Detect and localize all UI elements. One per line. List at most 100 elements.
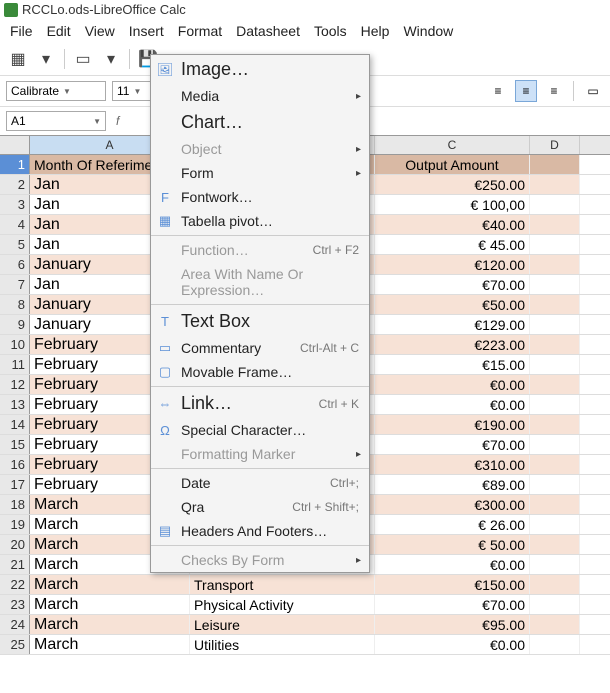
row-number[interactable]: 8 <box>0 295 30 314</box>
menu-item-movable-frame[interactable]: ▢Movable Frame… <box>151 360 369 384</box>
merge-button[interactable]: ▭ <box>582 80 604 102</box>
menu-insert[interactable]: Insert <box>123 21 170 41</box>
cell[interactable] <box>530 455 580 474</box>
menu-datasheet[interactable]: Datasheet <box>230 21 306 41</box>
menu-item-formatting-marker[interactable]: Formatting Marker <box>151 442 369 466</box>
cell[interactable]: €15.00 <box>375 355 530 374</box>
menu-item-headers-and-footers[interactable]: ▤Headers And Footers… <box>151 519 369 543</box>
menu-item-checks-by-form[interactable]: Checks By Form <box>151 548 369 572</box>
menu-item-date[interactable]: DateCtrl+; <box>151 471 369 495</box>
cell[interactable] <box>530 355 580 374</box>
row-number[interactable]: 14 <box>0 415 30 434</box>
cell[interactable]: €120.00 <box>375 255 530 274</box>
cell[interactable] <box>530 275 580 294</box>
row-number[interactable]: 22 <box>0 575 30 594</box>
row-number[interactable]: 15 <box>0 435 30 454</box>
cell[interactable] <box>530 575 580 594</box>
menu-item-commentary[interactable]: ▭CommentaryCtrl-Alt + C <box>151 336 369 360</box>
cell[interactable] <box>530 435 580 454</box>
menu-item-media[interactable]: Media <box>151 84 369 108</box>
column-header-d[interactable]: D <box>530 136 580 154</box>
cell[interactable]: €70.00 <box>375 595 530 614</box>
menu-window[interactable]: Window <box>397 21 459 41</box>
menu-help[interactable]: Help <box>355 21 396 41</box>
menu-item-area-with-name-or-expression[interactable]: Area With Name Or Expression… <box>151 262 369 302</box>
cell[interactable]: €95.00 <box>375 615 530 634</box>
cell[interactable]: €190.00 <box>375 415 530 434</box>
cell[interactable]: €0.00 <box>375 375 530 394</box>
row-number[interactable]: 1 <box>0 155 30 174</box>
row-number[interactable]: 19 <box>0 515 30 534</box>
cell[interactable]: €0.00 <box>375 395 530 414</box>
cell[interactable]: Utilities <box>190 635 375 654</box>
row-number[interactable]: 5 <box>0 235 30 254</box>
cell[interactable] <box>530 535 580 554</box>
cell[interactable]: € 50.00 <box>375 535 530 554</box>
row-number[interactable]: 9 <box>0 315 30 334</box>
cell[interactable]: €89.00 <box>375 475 530 494</box>
row-number[interactable]: 18 <box>0 495 30 514</box>
cell[interactable]: €129.00 <box>375 315 530 334</box>
cell[interactable]: €0.00 <box>375 555 530 574</box>
cell[interactable]: € 26.00 <box>375 515 530 534</box>
row-number[interactable]: 24 <box>0 615 30 634</box>
cell[interactable] <box>530 255 580 274</box>
cell[interactable]: €70.00 <box>375 275 530 294</box>
menu-item-fontwork[interactable]: FFontwork… <box>151 185 369 209</box>
row-number[interactable]: 21 <box>0 555 30 574</box>
cell[interactable]: €50.00 <box>375 295 530 314</box>
grid-icon[interactable]: ▦ <box>6 47 30 71</box>
menu-item-function[interactable]: Function…Ctrl + F2 <box>151 238 369 262</box>
dropdown-icon[interactable]: ▾ <box>99 47 123 71</box>
cell[interactable] <box>530 595 580 614</box>
row-number[interactable]: 20 <box>0 535 30 554</box>
align-right-button[interactable]: ≡ <box>543 80 565 102</box>
cell[interactable] <box>530 235 580 254</box>
cell[interactable] <box>530 395 580 414</box>
cell[interactable]: €40.00 <box>375 215 530 234</box>
cell[interactable] <box>530 175 580 194</box>
cell[interactable] <box>530 555 580 574</box>
cell[interactable]: Transport <box>190 575 375 594</box>
menu-item-qra[interactable]: QraCtrl + Shift+; <box>151 495 369 519</box>
menu-item-special-character[interactable]: ΩSpecial Character… <box>151 418 369 442</box>
menu-file[interactable]: File <box>4 21 39 41</box>
row-number[interactable]: 13 <box>0 395 30 414</box>
row-number[interactable]: 10 <box>0 335 30 354</box>
cell[interactable] <box>530 475 580 494</box>
cell[interactable] <box>530 635 580 654</box>
cell[interactable]: € 45.00 <box>375 235 530 254</box>
menu-item-tabella-pivot[interactable]: ▦Tabella pivot… <box>151 209 369 233</box>
cell[interactable]: €150.00 <box>375 575 530 594</box>
row-number[interactable]: 17 <box>0 475 30 494</box>
menu-view[interactable]: View <box>79 21 121 41</box>
cell[interactable] <box>530 375 580 394</box>
cell[interactable]: Physical Activity <box>190 595 375 614</box>
cell[interactable]: March <box>30 615 190 634</box>
row-number[interactable]: 23 <box>0 595 30 614</box>
row-number[interactable]: 3 <box>0 195 30 214</box>
row-number[interactable]: 11 <box>0 355 30 374</box>
align-left-button[interactable]: ≡ <box>487 80 509 102</box>
align-center-button[interactable]: ≡ <box>515 80 537 102</box>
header-cell[interactable]: Output Amount <box>375 155 530 174</box>
cell[interactable]: Leisure <box>190 615 375 634</box>
font-size-select[interactable]: 11▼ <box>112 81 152 101</box>
row-number[interactable]: 7 <box>0 275 30 294</box>
menu-item-text-box[interactable]: TText Box <box>151 307 369 336</box>
cell[interactable] <box>530 335 580 354</box>
cell[interactable] <box>530 195 580 214</box>
cell[interactable]: €250.00 <box>375 175 530 194</box>
name-box[interactable]: A1▼ <box>6 111 106 131</box>
column-header-c[interactable]: C <box>375 136 530 154</box>
cell[interactable] <box>530 615 580 634</box>
row-number[interactable]: 4 <box>0 215 30 234</box>
cell[interactable] <box>530 415 580 434</box>
font-name-select[interactable]: Calibrate▼ <box>6 81 106 101</box>
cell[interactable]: March <box>30 635 190 654</box>
dropdown-icon[interactable]: ▾ <box>34 47 58 71</box>
cell[interactable]: €310.00 <box>375 455 530 474</box>
menu-item-image[interactable]: 🖼Image… <box>151 55 369 84</box>
row-number[interactable]: 25 <box>0 635 30 654</box>
menu-item-chart[interactable]: Chart… <box>151 108 369 137</box>
